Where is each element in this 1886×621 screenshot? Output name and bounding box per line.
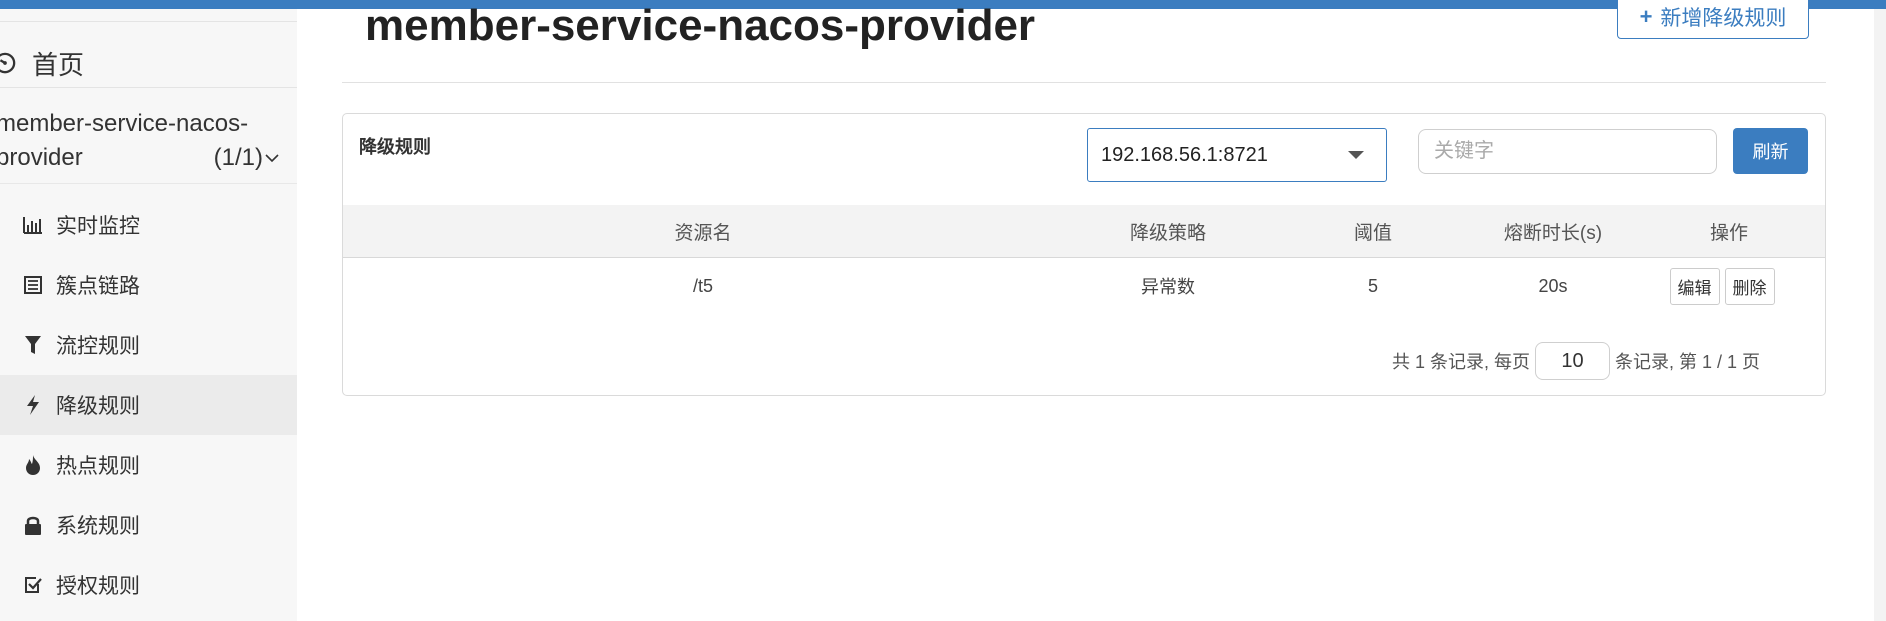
sidebar-item-flow-rules[interactable]: 流控规则	[0, 315, 297, 375]
sidebar-item-degrade-rules[interactable]: 降级规则	[0, 375, 297, 435]
edit-button[interactable]: 编辑	[1669, 267, 1720, 305]
cell-threshold: 5	[1367, 275, 1378, 296]
refresh-button[interactable]: 刷新	[1733, 128, 1808, 174]
fire-icon	[22, 454, 44, 476]
machine-count: (1/1)	[213, 144, 263, 171]
rules-panel: 降级规则 192.168.56.1:8721 刷新 资源名 降级策略 阈值 熔断…	[342, 113, 1826, 396]
pagination: 共 1 条记录, 每页 10 条记录, 第 1 / 1 页	[1392, 342, 1760, 380]
machine-select[interactable]: 192.168.56.1:8721	[1087, 128, 1387, 182]
pagination-suffix: 条记录, 第 1 / 1 页	[1615, 352, 1761, 372]
add-button-label: 新增降级规则	[1660, 7, 1787, 30]
divider	[0, 21, 297, 22]
app-name: member-service-nacos-	[0, 110, 249, 137]
sidebar-item-auth-rules[interactable]: 授权规则	[0, 555, 297, 615]
bar-chart-icon	[22, 214, 44, 236]
machine-select-value: 192.168.56.1:8721	[1101, 143, 1268, 166]
cell-resource: /t5	[692, 275, 713, 296]
divider	[342, 82, 1826, 83]
dashboard-icon	[0, 52, 16, 74]
page-title: member-service-nacos-provider	[365, 1, 1036, 50]
cell-actions: 编辑 删除	[1633, 267, 1825, 305]
sidebar-item-label: 热点规则	[56, 455, 140, 478]
flash-icon	[22, 394, 44, 416]
sidebar-item-cluster-links[interactable]: 簇点链路	[0, 255, 297, 315]
plus-icon: +	[1639, 4, 1653, 29]
divider	[0, 183, 297, 184]
app-name-cont: provider	[0, 144, 83, 171]
chevron-down-icon	[265, 154, 279, 163]
sidebar-item-label: 流控规则	[56, 335, 140, 358]
check-square-icon	[22, 574, 44, 596]
page-size-input[interactable]: 10	[1535, 342, 1611, 380]
sidebar-item-label: 系统规则	[56, 515, 140, 538]
add-degrade-rule-button[interactable]: + 新增降级规则	[1617, 0, 1809, 39]
column-header-resource: 资源名	[674, 222, 732, 244]
sidebar-item-label: 簇点链路	[56, 275, 140, 298]
table-header: 资源名 降级策略 阈值 熔断时长(s) 操作	[343, 205, 1825, 258]
app-selector[interactable]: member-service-nacos- provider (1/1)	[0, 107, 279, 175]
keyword-search-input[interactable]	[1418, 129, 1717, 174]
divider	[0, 87, 297, 88]
main-content: member-service-nacos-provider + 新增降级规则 降…	[297, 0, 1886, 621]
list-icon	[22, 274, 44, 296]
delete-button[interactable]: 删除	[1724, 267, 1775, 305]
cell-duration: 20s	[1538, 275, 1568, 296]
cell-strategy: 异常数	[1141, 277, 1195, 297]
scrollbar[interactable]	[1874, 9, 1886, 621]
sidebar-item-home[interactable]: 首页	[0, 39, 84, 87]
sidebar-item-label: 首页	[32, 49, 85, 80]
filter-icon	[22, 334, 44, 356]
sidebar-item-label: 授权规则	[56, 575, 140, 598]
sidebar-item-system-rules[interactable]: 系统规则	[0, 495, 297, 555]
sidebar-item-hotspot-rules[interactable]: 热点规则	[0, 435, 297, 495]
column-header-strategy: 降级策略	[1129, 222, 1206, 244]
sidebar-nav: 实时监控 簇点链路 流控规则 降级规则 热点规则 系统规则 授权规则	[0, 195, 297, 615]
column-header-threshold: 阈值	[1353, 222, 1392, 244]
column-header-duration: 熔断时长(s)	[1503, 222, 1603, 244]
column-header-actions: 操作	[1709, 222, 1748, 244]
sidebar-item-label: 实时监控	[56, 215, 140, 238]
caret-down-icon	[1348, 151, 1364, 159]
pagination-prefix: 共 1 条记录, 每页	[1392, 352, 1531, 372]
rules-table: 资源名 降级策略 阈值 熔断时长(s) 操作 /t5 异常数 5 20s 编辑 …	[343, 205, 1825, 314]
lock-icon	[22, 514, 44, 536]
sidebar-item-monitor[interactable]: 实时监控	[0, 195, 297, 255]
sidebar-item-label: 降级规则	[56, 395, 140, 418]
sidebar: 首页 member-service-nacos- provider (1/1)	[0, 9, 297, 621]
table-row: /t5 异常数 5 20s 编辑 删除	[343, 258, 1825, 314]
panel-title: 降级规则	[359, 137, 431, 157]
